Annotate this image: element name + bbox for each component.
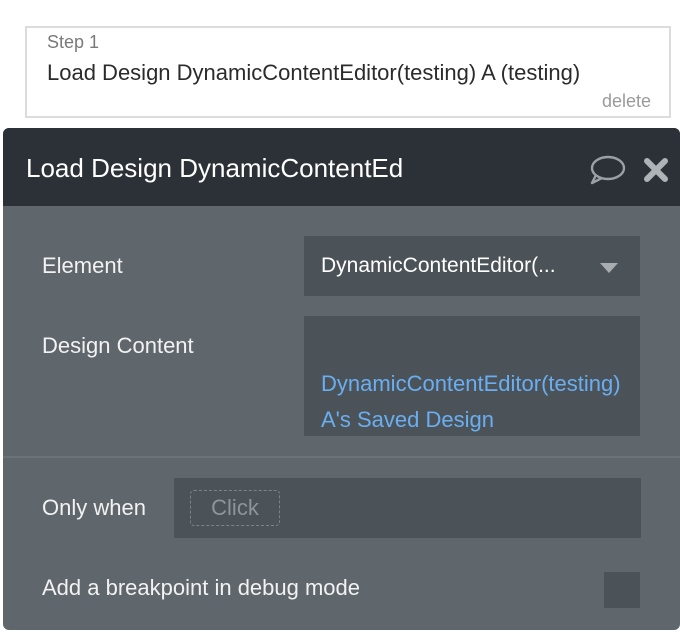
panel-header: Load Design DynamicContentEd [3,128,680,206]
breakpoint-checkbox[interactable] [604,572,640,608]
only-when-click-placeholder[interactable]: Click [190,490,280,526]
only-when-label: Only when [42,495,146,520]
close-icon[interactable] [643,157,669,183]
panel-title: Load Design DynamicContentEd [26,153,404,183]
delete-step-link[interactable]: delete [602,91,651,112]
action-property-panel: Load Design DynamicContentEd Element Dyn… [3,128,680,630]
step-number-label: Step 1 [47,32,100,52]
element-dropdown[interactable]: DynamicContentEditor(... [304,236,640,296]
chevron-down-icon [600,263,618,273]
element-label: Element [42,253,123,278]
design-content-field[interactable]: DynamicContentEditor(testing) A's Saved … [304,316,640,436]
breakpoint-label: Add a breakpoint in debug mode [42,575,361,600]
step-title: Load Design DynamicContentEditor(testing… [47,60,581,85]
workflow-step-card[interactable]: Step 1 Load Design DynamicContentEditor(… [25,26,671,118]
element-dropdown-value: DynamicContentEditor(... [321,254,556,277]
section-divider [3,456,680,458]
only-when-condition-field[interactable]: Click [174,478,641,538]
design-content-label: Design Content [42,333,194,358]
comment-icon[interactable] [588,154,626,186]
design-content-expression[interactable]: DynamicContentEditor(testing) A's Saved … [321,366,631,438]
